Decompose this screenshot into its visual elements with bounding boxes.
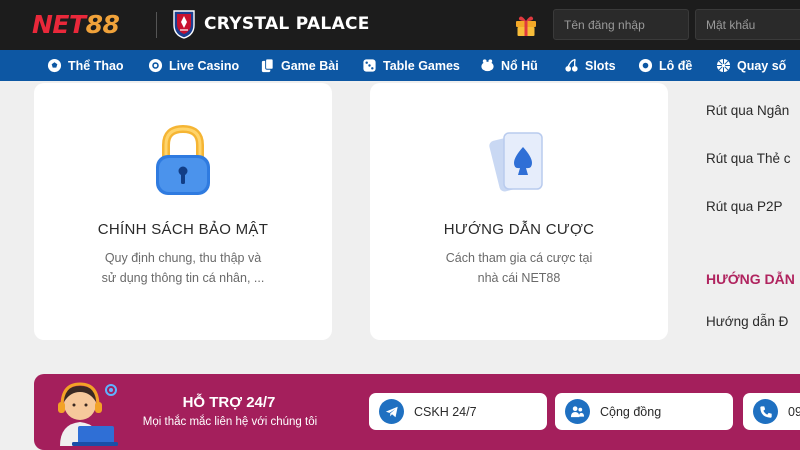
piggy-icon [481, 59, 494, 72]
dice-icon [363, 59, 376, 72]
main-nav: Thể Thao Live Casino Game Bài Table Game… [0, 50, 800, 81]
padlock-icon [156, 125, 210, 195]
nav-item-slots[interactable]: Slots [564, 50, 616, 81]
card-title: CHÍNH SÁCH BẢO MẬT [97, 221, 269, 238]
header-divider [156, 12, 157, 38]
lottery-ball-icon [638, 58, 653, 73]
phone-icon [753, 399, 778, 424]
nav-label: Thể Thao [68, 58, 124, 73]
username-input[interactable] [553, 9, 689, 40]
support-title: HỖ TRỢ 24/7 [182, 394, 276, 411]
contact-label: CSKH 24/7 [414, 404, 477, 419]
support-subtitle: Mọi thắc mắc liên hệ với chúng tôi [142, 416, 318, 428]
nav-item-game-bai[interactable]: Game Bài [260, 50, 339, 81]
playing-cards-icon [489, 132, 543, 192]
wheel-icon [716, 58, 731, 73]
casino-chip-icon [148, 58, 163, 73]
nav-label: Table Games [383, 58, 460, 73]
telegram-icon [379, 399, 404, 424]
card-desc-line: nhà cái NET88 [477, 271, 561, 285]
contact-community-button[interactable]: Cộng đồng [555, 393, 733, 430]
card-desc-line: Cách tham gia cá cược tại [445, 251, 593, 265]
community-icon [565, 399, 590, 424]
contact-phone-button[interactable]: 09 [743, 393, 800, 430]
logo-part-net: NET [32, 10, 86, 39]
card-description: Quy định chung, thu thập và sử dụng thôn… [74, 248, 292, 288]
support-agent-icon [58, 382, 118, 446]
gift-icon[interactable] [513, 12, 539, 38]
guide-section-heading: HƯỚNG DẪN [706, 271, 795, 287]
cherries-icon [565, 58, 578, 72]
nav-label: Nổ Hũ [501, 58, 538, 73]
card-desc-line: Quy định chung, thu thập và [104, 251, 262, 265]
cards-icon [261, 58, 274, 73]
nav-item-no-hu[interactable]: Nổ Hũ [480, 50, 538, 81]
card-desc-line: sử dụng thông tin cá nhân, ... [101, 271, 265, 285]
link-withdraw-bank[interactable]: Rút qua Ngân [706, 103, 789, 118]
crystal-palace-sponsor[interactable]: CRYSTAL PALACE [172, 9, 370, 39]
nav-label: Lô đề [659, 58, 693, 73]
nav-label: Slots [585, 58, 616, 73]
top-header: NET88 CRYSTAL PALACE [0, 0, 800, 50]
nav-label: Live Casino [169, 58, 240, 73]
nav-item-lo-de[interactable]: Lô đề [638, 50, 692, 81]
club-name: CRYSTAL PALACE [204, 14, 370, 34]
net88-logo[interactable]: NET88 [32, 10, 120, 39]
link-guide[interactable]: Hướng dẫn Đ [706, 314, 788, 329]
soccer-ball-icon [47, 58, 62, 73]
nav-label: Quay số [737, 58, 787, 73]
nav-label: Game Bài [281, 58, 339, 73]
link-withdraw-card[interactable]: Rút qua Thẻ c [706, 151, 791, 166]
logo-part-88: 88 [85, 10, 120, 39]
betting-guide-card[interactable]: HƯỚNG DẪN CƯỢC Cách tham gia cá cược tại… [370, 83, 668, 340]
nav-item-quay-so[interactable]: Quay số [716, 50, 786, 81]
contact-label: Cộng đồng [600, 404, 662, 419]
nav-item-the-thao[interactable]: Thể Thao [47, 50, 124, 81]
password-input[interactable] [695, 9, 800, 40]
contact-cskh-button[interactable]: CSKH 24/7 [369, 393, 547, 430]
link-withdraw-p2p[interactable]: Rút qua P2P [706, 199, 783, 214]
card-title: HƯỚNG DẪN CƯỢC [443, 221, 595, 238]
card-description: Cách tham gia cá cược tại nhà cái NET88 [410, 248, 628, 288]
crystal-palace-crest-icon [173, 10, 195, 39]
privacy-policy-card[interactable]: CHÍNH SÁCH BẢO MẬT Quy định chung, thu t… [34, 83, 332, 340]
nav-item-live-casino[interactable]: Live Casino [148, 50, 239, 81]
nav-item-table-games[interactable]: Table Games [362, 50, 460, 81]
contact-label: 09 [788, 404, 800, 419]
